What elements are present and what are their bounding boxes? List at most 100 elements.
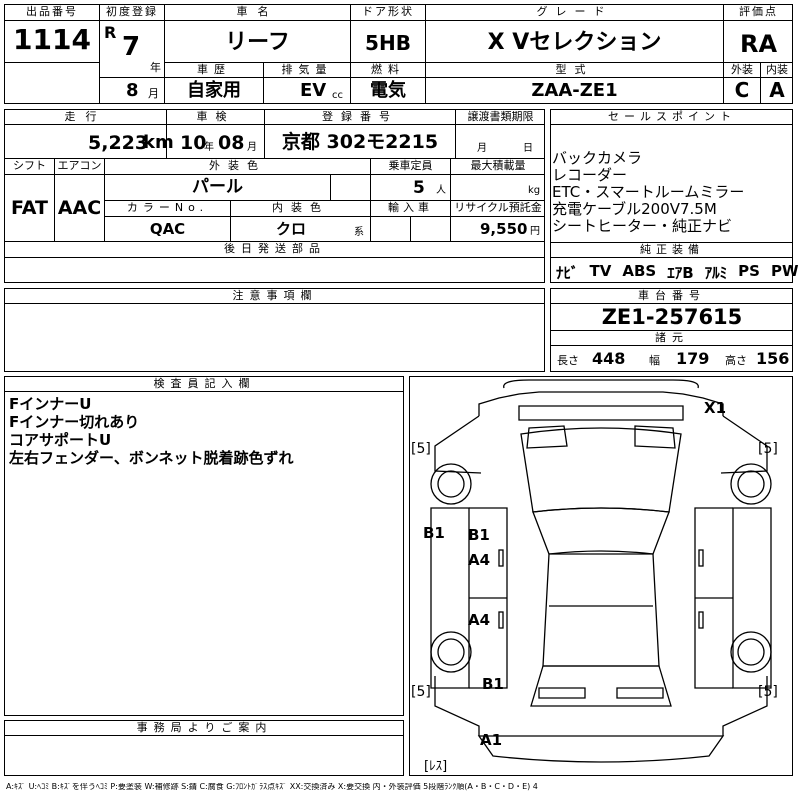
ac-label: エアコン: [57, 159, 102, 172]
equipment-ps: PS: [738, 262, 760, 280]
load-label: 最大積載量: [470, 159, 526, 172]
registration-number: 京都 302モ2215: [281, 131, 439, 153]
equipment-alloy: ｱﾙﾐ: [704, 264, 728, 282]
era: R: [104, 23, 117, 42]
width-label: 幅: [649, 354, 660, 367]
front-fender-left: [434, 415, 482, 474]
fuel: 電気: [370, 80, 406, 101]
tire-rr-label: [5]: [758, 684, 778, 700]
first-reg-label: 初度登録: [106, 5, 158, 18]
mileage-unit: km: [143, 132, 174, 153]
sales-point-item: バックカメラ: [552, 149, 643, 167]
damage-a4-rear-label: A4: [468, 611, 491, 629]
hood: [520, 427, 682, 513]
equipment-tv: TV: [589, 262, 612, 280]
sales-point-item: ETC・スマートルームミラー: [552, 183, 745, 201]
grade: X Vセレクション: [487, 30, 662, 55]
inspector-note: FインナーU: [9, 395, 92, 413]
inspector-note: 左右フェンダー、ボンネット脱着跡色ずれ: [9, 449, 294, 467]
lot-label: 出品番号: [26, 5, 78, 18]
ac: AAC: [57, 197, 102, 219]
damage-a1-rear-label: A1: [480, 731, 503, 749]
width: 179: [676, 349, 710, 368]
length: 448: [592, 349, 626, 368]
inspection-year: 10: [180, 132, 207, 154]
hood-front: [518, 405, 684, 421]
color-label: 外装色: [209, 159, 266, 172]
color-number: QAC: [149, 220, 186, 238]
inspector-notes: FインナーU Fインナー切れあり コアサポートU 左右フェンダー、ボンネット脱着…: [9, 395, 401, 467]
history: 自家用: [187, 80, 241, 101]
recycle-fee: 9,550: [480, 220, 528, 238]
interior-label: 内装: [766, 63, 788, 76]
height-label: 高さ: [725, 354, 747, 367]
transfer-label: 譲渡書類期限: [467, 110, 534, 123]
recycle-label: リサイクル預託金: [454, 201, 542, 214]
roof: [542, 553, 660, 667]
car-name: リーフ: [225, 30, 290, 55]
office-label: 事務局よりご案内: [136, 721, 273, 734]
sales-point-item: シートヒーター・純正ナビ: [552, 217, 733, 235]
inspection-label: 車検: [196, 110, 235, 123]
tail-lamp-right: [616, 687, 664, 699]
windshield: [532, 507, 670, 555]
damage-b1-side-label: B1: [423, 524, 445, 542]
lot-number: 1114: [13, 23, 91, 56]
int-color-label: 内装色: [272, 201, 329, 214]
equipment-pw: PW: [770, 262, 799, 280]
inspection-month-unit: 月: [247, 142, 257, 153]
tail-lamp-left: [538, 687, 586, 699]
tire-rl-label: [5]: [411, 684, 431, 700]
equipment-label: 純正装備: [640, 243, 704, 256]
damage-b1-fender-label: B1: [468, 526, 490, 544]
displacement-label: 排気量: [281, 63, 333, 76]
grade-label: グレード: [536, 5, 613, 18]
month-unit: 月: [148, 87, 159, 100]
door-label: ドア形状: [362, 5, 414, 18]
transfer-month-unit: 月: [477, 143, 487, 154]
sales-point-item: レコーダー: [552, 166, 628, 184]
interior-grade: A: [769, 78, 785, 102]
load-unit: kg: [528, 185, 541, 196]
damage-b1-rear-label: B1: [482, 675, 504, 693]
exterior-color: パール: [192, 177, 243, 197]
shift-label: シフト: [13, 159, 46, 172]
import-label: 輸入車: [388, 201, 433, 214]
rear-bumper: [477, 735, 725, 763]
equipment-nav: ﾅﾋﾞ: [556, 264, 579, 282]
fuel-label: 燃料: [371, 63, 405, 76]
chassis-number: ZE1-257615: [601, 305, 743, 329]
inspection-month: 08: [218, 132, 245, 154]
car-name-label: 車名: [236, 5, 279, 18]
inspector-note: Fインナー切れあり: [9, 413, 140, 431]
caution-label: 注意事項欄: [232, 289, 318, 302]
recycle-unit: 円: [530, 226, 540, 237]
capacity-unit: 人: [436, 185, 446, 196]
capacity: 5: [413, 178, 425, 198]
front-bumper-top: [478, 391, 724, 416]
later-parts-label: 後日発送部品: [224, 242, 326, 255]
car-diagram: [430, 379, 772, 763]
door-type: 5HB: [365, 31, 411, 55]
exterior-label: 外装: [731, 63, 753, 76]
equipment-list: ﾅﾋﾞ TV ABS ｴｱB ｱﾙﾐ PS PW: [556, 262, 799, 283]
damage-a4-front-label: A4: [468, 551, 491, 569]
front-bumper-outline: [503, 379, 699, 389]
tire-rl: [430, 631, 472, 673]
inspector-note: コアサポートU: [9, 431, 112, 449]
color-no-label: カラーNo.: [126, 201, 209, 214]
inspection-year-unit: 年: [204, 142, 214, 153]
model-label: 型式: [555, 63, 594, 76]
first-reg-year: 7: [122, 32, 141, 62]
tire-rr: [730, 631, 772, 673]
equipment-airbag: ｴｱB: [667, 264, 694, 282]
spec-label: 諸元: [655, 331, 689, 344]
sales-point-item: 充電ケーブル200V7.5M: [552, 200, 717, 218]
score-label: 評価点: [739, 5, 778, 18]
damage-x1-label: X1: [704, 399, 727, 417]
capacity-label: 乗車定員: [388, 159, 433, 172]
tire-fl: [430, 463, 472, 505]
chassis-label: 車台番号: [638, 289, 706, 302]
interior-color: クロ: [275, 220, 306, 238]
tire-fl-label: [5]: [411, 441, 431, 457]
